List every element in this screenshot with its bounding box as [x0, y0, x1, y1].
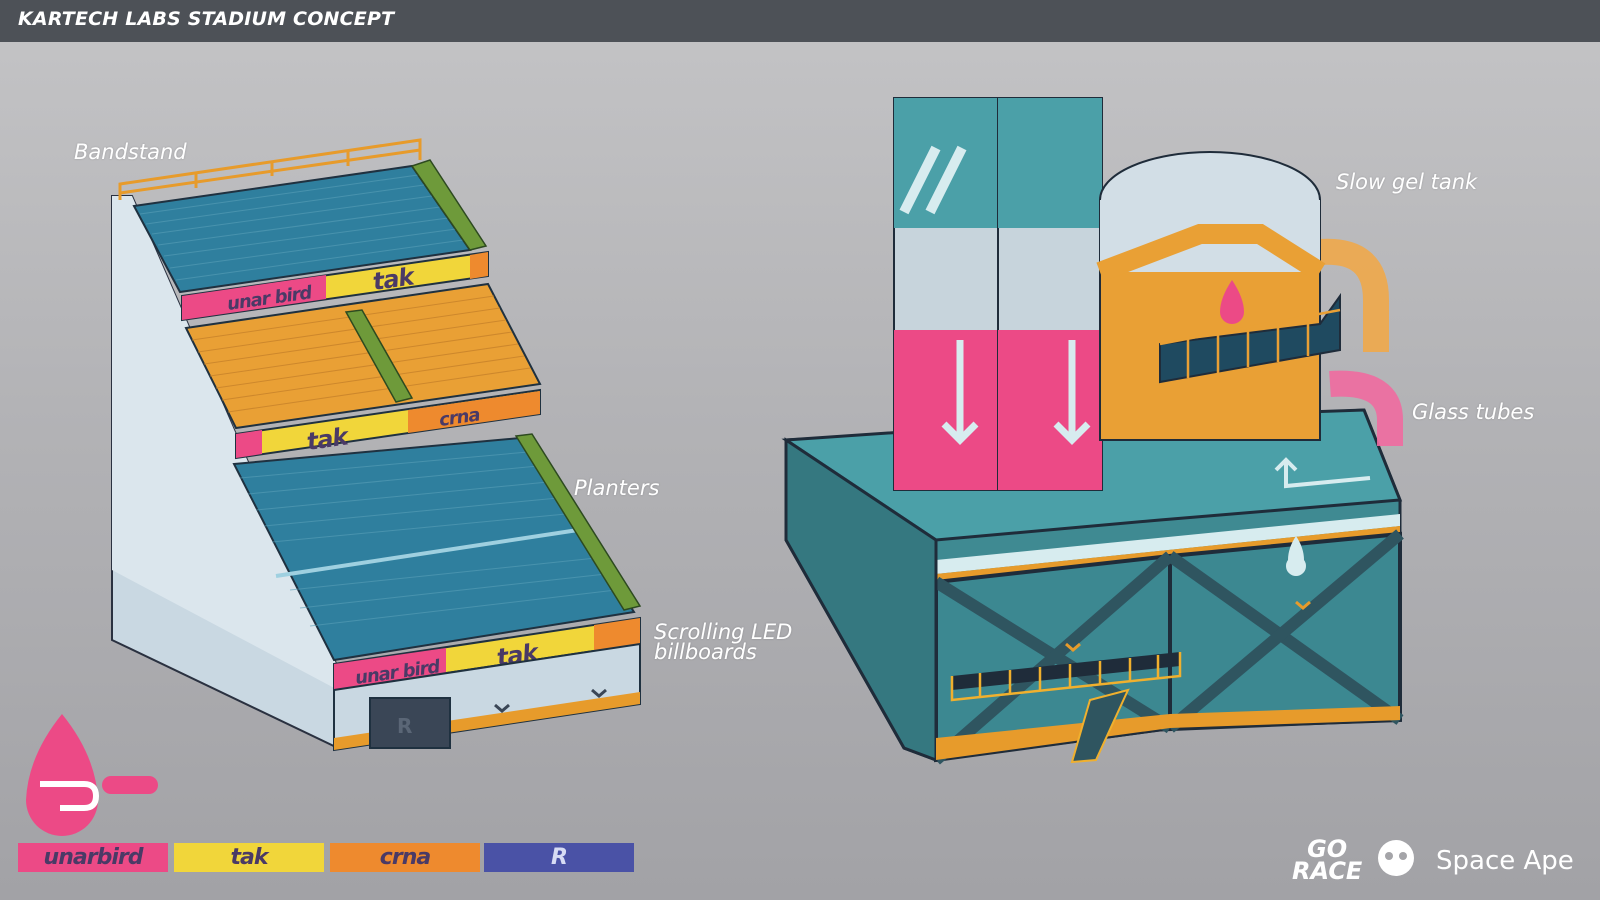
svg-text:tak: tak	[371, 262, 418, 296]
stadium-stand-illustration: unar bird tak tak crna unar bird tak R	[111, 138, 642, 752]
svg-text:crna: crna	[438, 405, 481, 431]
callout-billboards: Scrolling LED billboards	[654, 620, 793, 664]
sponsor-swatch-unarbird: unarbird	[18, 843, 168, 872]
callout-planters: Planters	[574, 476, 660, 500]
callout-gel-tank: Slow gel tank	[1336, 170, 1478, 194]
svg-text:R: R	[397, 714, 412, 738]
concept-artwork: unar bird tak tak crna unar bird tak R	[26, 97, 1414, 876]
callout-glass-tubes: Glass tubes	[1412, 400, 1535, 424]
space-ape-icon	[1378, 840, 1414, 876]
sponsor-name: R	[551, 845, 568, 870]
sponsor-name: tak	[230, 845, 269, 870]
sponsor-name: unarbird	[43, 845, 144, 870]
sponsor-name: crna	[379, 845, 431, 870]
kartech-drop-logo	[26, 714, 158, 836]
space-ape-logo: Space Ape	[1436, 846, 1574, 876]
go-race-logo: GO RACE	[1292, 835, 1363, 885]
sponsor-swatch-crna: crna	[330, 843, 480, 872]
callout-bandstand: Bandstand	[74, 140, 187, 164]
svg-text:tak: tak	[305, 422, 352, 456]
gel-tank-illustration	[781, 97, 1404, 765]
sponsor-swatch-r: R	[484, 843, 634, 872]
sponsor-swatch-tak: tak	[174, 843, 324, 872]
